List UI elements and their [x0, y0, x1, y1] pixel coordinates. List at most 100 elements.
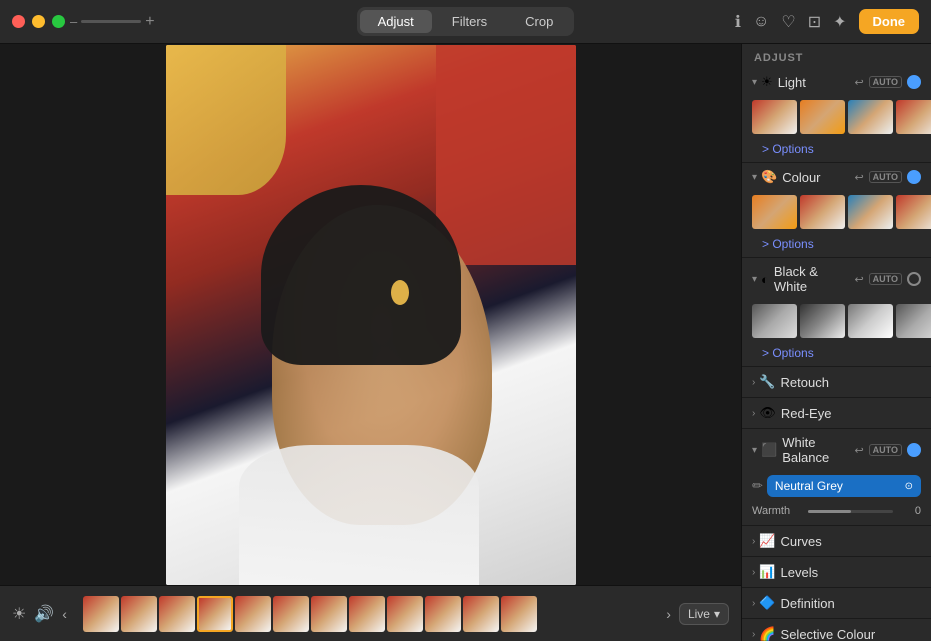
section-wb: ▾ ⬛ White Balance ↩ AUTO ✏ Neutral Grey … — [742, 429, 931, 526]
tab-adjust[interactable]: Adjust — [360, 10, 432, 33]
curves-label: Curves — [781, 534, 921, 549]
wb-undo-icon[interactable]: ↩ — [854, 444, 863, 457]
levels-icon: 📊 — [759, 564, 775, 580]
bw-thumb-2[interactable] — [800, 304, 845, 338]
titlebar: – + Adjust Filters Crop ℹ ☺ ♡ ⊡ ✦ Done — [0, 0, 931, 44]
colour-thumb-3[interactable] — [848, 195, 893, 229]
light-options[interactable]: > Options — [742, 140, 931, 162]
emoji-icon[interactable]: ☺ — [753, 13, 769, 31]
wb-preset-label: Neutral Grey — [775, 479, 843, 493]
filmstrip-thumb-1[interactable] — [83, 596, 119, 632]
redeye-chevron-icon: › — [752, 408, 755, 419]
filmstrip-next[interactable]: › — [666, 606, 671, 622]
definition-chevron-icon: › — [752, 598, 755, 609]
bw-undo-icon[interactable]: ↩ — [854, 273, 863, 286]
wb-dropdown-chevron-icon: ⊙ — [905, 481, 913, 492]
filmstrip-thumb-3[interactable] — [159, 596, 195, 632]
filmstrip-thumb-6[interactable] — [273, 596, 309, 632]
done-button[interactable]: Done — [859, 9, 920, 34]
slider-plus-icon: + — [145, 13, 154, 31]
colour-thumb-2[interactable] — [800, 195, 845, 229]
bw-toggle[interactable] — [907, 272, 921, 286]
colour-options[interactable]: > Options — [742, 235, 931, 257]
maximize-button[interactable] — [52, 15, 65, 28]
redeye-label: Red-Eye — [781, 406, 921, 421]
levels-chevron-icon: › — [752, 567, 755, 578]
section-definition[interactable]: › 🔷 Definition — [742, 588, 931, 619]
bw-controls: ↩ AUTO — [854, 272, 921, 286]
section-light: ▾ ☀ Light ↩ AUTO > Options — [742, 68, 931, 163]
bw-options[interactable]: > Options — [742, 344, 931, 366]
filmstrip-thumb-9[interactable] — [387, 596, 423, 632]
close-button[interactable] — [12, 15, 25, 28]
bw-thumb-4[interactable] — [896, 304, 931, 338]
light-label: Light — [778, 75, 855, 90]
selective-colour-label: Selective Colour — [781, 627, 921, 641]
filmstrip-thumb-7[interactable] — [311, 596, 347, 632]
wb-pencil-icon[interactable]: ✏ — [752, 478, 763, 494]
filmstrip-thumb-10[interactable] — [425, 596, 461, 632]
colour-undo-icon[interactable]: ↩ — [854, 171, 863, 184]
section-levels[interactable]: › 📊 Levels — [742, 557, 931, 588]
brightness-slider[interactable] — [81, 20, 141, 23]
colour-toggle[interactable] — [907, 170, 921, 184]
filmstrip-thumb-11[interactable] — [463, 596, 499, 632]
wb-auto-badge[interactable]: AUTO — [869, 444, 902, 456]
tab-crop[interactable]: Crop — [507, 10, 571, 33]
photo-area: ☀ 🔊 ‹ › Live ▾ — [0, 44, 741, 641]
light-toggle[interactable] — [907, 75, 921, 89]
section-redeye[interactable]: › 👁 Red-Eye — [742, 398, 931, 429]
colour-thumb-1[interactable] — [752, 195, 797, 229]
section-bw: ▾ ◐ Black & White ↩ AUTO > Options — [742, 258, 931, 367]
bw-thumbnails — [742, 300, 931, 344]
minimize-button[interactable] — [32, 15, 45, 28]
wb-preset-dropdown[interactable]: Neutral Grey ⊙ — [767, 475, 921, 497]
filmstrip-prev[interactable]: ‹ — [62, 606, 67, 622]
filmstrip-thumb-2[interactable] — [121, 596, 157, 632]
section-wb-header[interactable]: ▾ ⬛ White Balance ↩ AUTO — [742, 429, 931, 471]
section-selective-colour[interactable]: › 🌈 Selective Colour — [742, 619, 931, 641]
selective-colour-chevron-icon: › — [752, 629, 755, 640]
bw-auto-badge[interactable]: AUTO — [869, 273, 902, 285]
filmstrip-thumb-8[interactable] — [349, 596, 385, 632]
section-bw-header[interactable]: ▾ ◐ Black & White ↩ AUTO — [742, 258, 931, 300]
definition-icon: 🔷 — [759, 595, 775, 611]
curves-icon: 📈 — [759, 533, 775, 549]
section-retouch[interactable]: › 🔧 Retouch — [742, 367, 931, 398]
section-curves[interactable]: › 📈 Curves — [742, 526, 931, 557]
wb-toggle[interactable] — [907, 443, 921, 457]
section-light-header[interactable]: ▾ ☀ Light ↩ AUTO — [742, 68, 931, 96]
panel-header: ADJUST — [742, 44, 931, 68]
live-dropdown[interactable]: Live ▾ — [679, 603, 729, 625]
info-icon[interactable]: ℹ — [735, 12, 741, 32]
filmstrip-thumb-4[interactable] — [197, 596, 233, 632]
retouch-label: Retouch — [781, 375, 921, 390]
tab-filters[interactable]: Filters — [434, 10, 505, 33]
slider-minus-icon: – — [70, 14, 77, 29]
light-thumb-2[interactable] — [800, 100, 845, 134]
bw-thumb-1[interactable] — [752, 304, 797, 338]
filmstrip-thumb-12[interactable] — [501, 596, 537, 632]
filmstrip-thumb-5[interactable] — [235, 596, 271, 632]
live-chevron-icon: ▾ — [714, 607, 720, 621]
main-area: ☀ 🔊 ‹ › Live ▾ — [0, 44, 931, 641]
light-thumb-1[interactable] — [752, 100, 797, 134]
light-thumb-3[interactable] — [848, 100, 893, 134]
crop-icon[interactable]: ⊡ — [808, 12, 821, 32]
warmth-slider[interactable] — [808, 510, 893, 513]
colour-auto-badge[interactable]: AUTO — [869, 171, 902, 183]
wb-warmth-row: Warmth 0 — [742, 501, 931, 525]
bw-thumb-3[interactable] — [848, 304, 893, 338]
light-auto-badge[interactable]: AUTO — [869, 76, 902, 88]
sun-icon[interactable]: ☀ — [12, 604, 26, 624]
colour-thumb-4[interactable] — [896, 195, 931, 229]
section-colour-header[interactable]: ▾ 🎨 Colour ↩ AUTO — [742, 163, 931, 191]
light-thumb-4[interactable] — [896, 100, 931, 134]
section-colour: ▾ 🎨 Colour ↩ AUTO > Options — [742, 163, 931, 258]
light-undo-icon[interactable]: ↩ — [854, 76, 863, 89]
heart-icon[interactable]: ♡ — [781, 12, 795, 32]
photo-image — [166, 45, 576, 585]
sound-icon[interactable]: 🔊 — [34, 604, 54, 624]
share-icon[interactable]: ✦ — [833, 12, 846, 32]
wb-chevron-icon: ▾ — [752, 445, 757, 456]
